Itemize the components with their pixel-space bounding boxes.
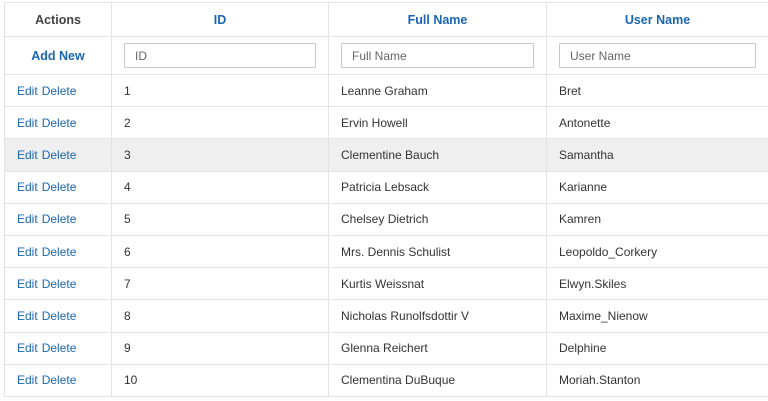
edit-link[interactable]: Edit (17, 277, 38, 291)
edit-link[interactable]: Edit (17, 245, 38, 259)
row-actions-cell: Edit Delete (4, 363, 112, 397)
delete-link[interactable]: Delete (42, 84, 77, 98)
row-actions-cell: Edit Delete (4, 331, 112, 365)
cell-id: 7 (111, 267, 329, 301)
cell-full-name: Glenna Reichert (328, 331, 547, 365)
delete-link[interactable]: Delete (42, 180, 77, 194)
cell-id: 2 (111, 106, 329, 140)
cell-id: 8 (111, 299, 329, 333)
delete-link[interactable]: Delete (42, 309, 77, 323)
edit-link[interactable]: Edit (17, 84, 38, 98)
table-row[interactable]: Edit Delete 7 Kurtis Weissnat Elwyn.Skiles (4, 267, 768, 301)
cell-user-name: Moriah.Stanton (546, 363, 768, 397)
table-row[interactable]: Edit Delete 4 Patricia Lebsack Karianne (4, 170, 768, 204)
row-actions-cell: Edit Delete (4, 267, 112, 301)
edit-link[interactable]: Edit (17, 341, 38, 355)
table-row[interactable]: Edit Delete 9 Glenna Reichert Delphine (4, 331, 768, 365)
table-body: Add New EditDelete1Leanne GrahamBretEdit… (4, 36, 768, 397)
column-header-user-name[interactable]: User Name (546, 2, 768, 37)
header-row: Actions ID Full Name User Name (4, 2, 768, 37)
table-row[interactable]: Edit Delete 6 Mrs. Dennis Schulist Leopoldo_… (4, 234, 768, 269)
cell-id: 9 (111, 331, 329, 365)
delete-link[interactable]: Delete (42, 245, 77, 259)
cell-id: 10 (111, 363, 329, 397)
cell-user-name: Antonette (546, 106, 768, 140)
add-new-button[interactable]: Add New (17, 49, 99, 63)
table-row[interactable]: Edit Delete 5 Chelsey Dietrich Kamren (4, 202, 768, 236)
users-table: Actions ID Full Name User Name Add New E… (4, 2, 768, 397)
column-header-actions: Actions (4, 2, 112, 37)
delete-link[interactable]: Delete (42, 148, 77, 162)
row-actions-cell: Edit Delete (4, 170, 112, 204)
full-name-filter-input[interactable] (341, 43, 534, 68)
delete-link[interactable]: Delete (42, 116, 77, 130)
cell-full-name: Ervin Howell (328, 106, 547, 140)
cell-id: 3 (111, 138, 329, 172)
table-row[interactable]: Edit Delete 2 Ervin Howell Antonette (4, 106, 768, 140)
cell-id: 6 (111, 234, 329, 269)
row-actions-cell: Edit Delete (4, 73, 112, 108)
cell-full-name: Kurtis Weissnat (328, 267, 547, 301)
delete-link[interactable]: Delete (42, 341, 77, 355)
edit-link[interactable]: Edit (17, 148, 38, 162)
cell-user-name: Elwyn.Skiles (546, 267, 768, 301)
cell-user-name: Samantha (546, 138, 768, 172)
edit-link[interactable]: Edit (17, 309, 38, 323)
user-name-filter-input[interactable] (559, 43, 756, 68)
table-row[interactable]: Edit Delete 8 Nicholas Runolfsdottir V Maxim… (4, 299, 768, 333)
row-actions-cell: Edit Delete (4, 106, 112, 140)
id-filter-input[interactable] (124, 43, 316, 68)
cell-full-name: Clementina DuBuque (328, 363, 547, 397)
edit-link[interactable]: Edit (17, 373, 38, 387)
cell-user-name: Maxime_Nienow (546, 299, 768, 333)
row-actions-cell: Edit Delete (4, 202, 112, 236)
row-actions-cell: Edit Delete (4, 234, 112, 269)
cell-user-name: Leopoldo_Corkery (546, 234, 768, 269)
cell-full-name: Mrs. Dennis Schulist (328, 234, 547, 269)
user-name-filter-cell (546, 36, 768, 75)
cell-user-name: Kamren (546, 202, 768, 236)
delete-link[interactable]: Delete (42, 277, 77, 291)
column-header-full-name[interactable]: Full Name (328, 2, 547, 37)
cell-user-name: Karianne (546, 170, 768, 204)
cell-user-name: Bret (546, 73, 768, 108)
cell-full-name: Chelsey Dietrich (328, 202, 547, 236)
full-name-filter-cell (328, 36, 547, 75)
delete-link[interactable]: Delete (42, 212, 77, 226)
row-actions-cell: Edit Delete (4, 138, 112, 172)
id-filter-cell (111, 36, 329, 75)
column-header-id[interactable]: ID (111, 2, 329, 37)
table-header: Actions ID Full Name User Name (4, 2, 768, 37)
add-new-cell: Add New (4, 36, 112, 75)
cell-full-name: Leanne Graham (328, 73, 547, 108)
row-actions-cell: Edit Delete (4, 299, 112, 333)
cell-full-name: Clementine Bauch (328, 138, 547, 172)
filter-row: Add New (4, 36, 768, 75)
delete-link[interactable]: Delete (42, 373, 77, 387)
cell-id: 5 (111, 202, 329, 236)
cell-id: 1 (111, 73, 329, 108)
table-row[interactable]: Edit Delete 1 Leanne Graham Bret (4, 73, 768, 108)
table-row[interactable]: Edit Delete 10 Clementina DuBuque Moriah.Sta… (4, 363, 768, 397)
table-row[interactable]: Edit Delete 3 Clementine Bauch Samantha (4, 138, 768, 172)
cell-user-name: Delphine (546, 331, 768, 365)
edit-link[interactable]: Edit (17, 116, 38, 130)
cell-full-name: Patricia Lebsack (328, 170, 547, 204)
cell-full-name: Nicholas Runolfsdottir V (328, 299, 547, 333)
edit-link[interactable]: Edit (17, 212, 38, 226)
edit-link[interactable]: Edit (17, 180, 38, 194)
cell-id: 4 (111, 170, 329, 204)
